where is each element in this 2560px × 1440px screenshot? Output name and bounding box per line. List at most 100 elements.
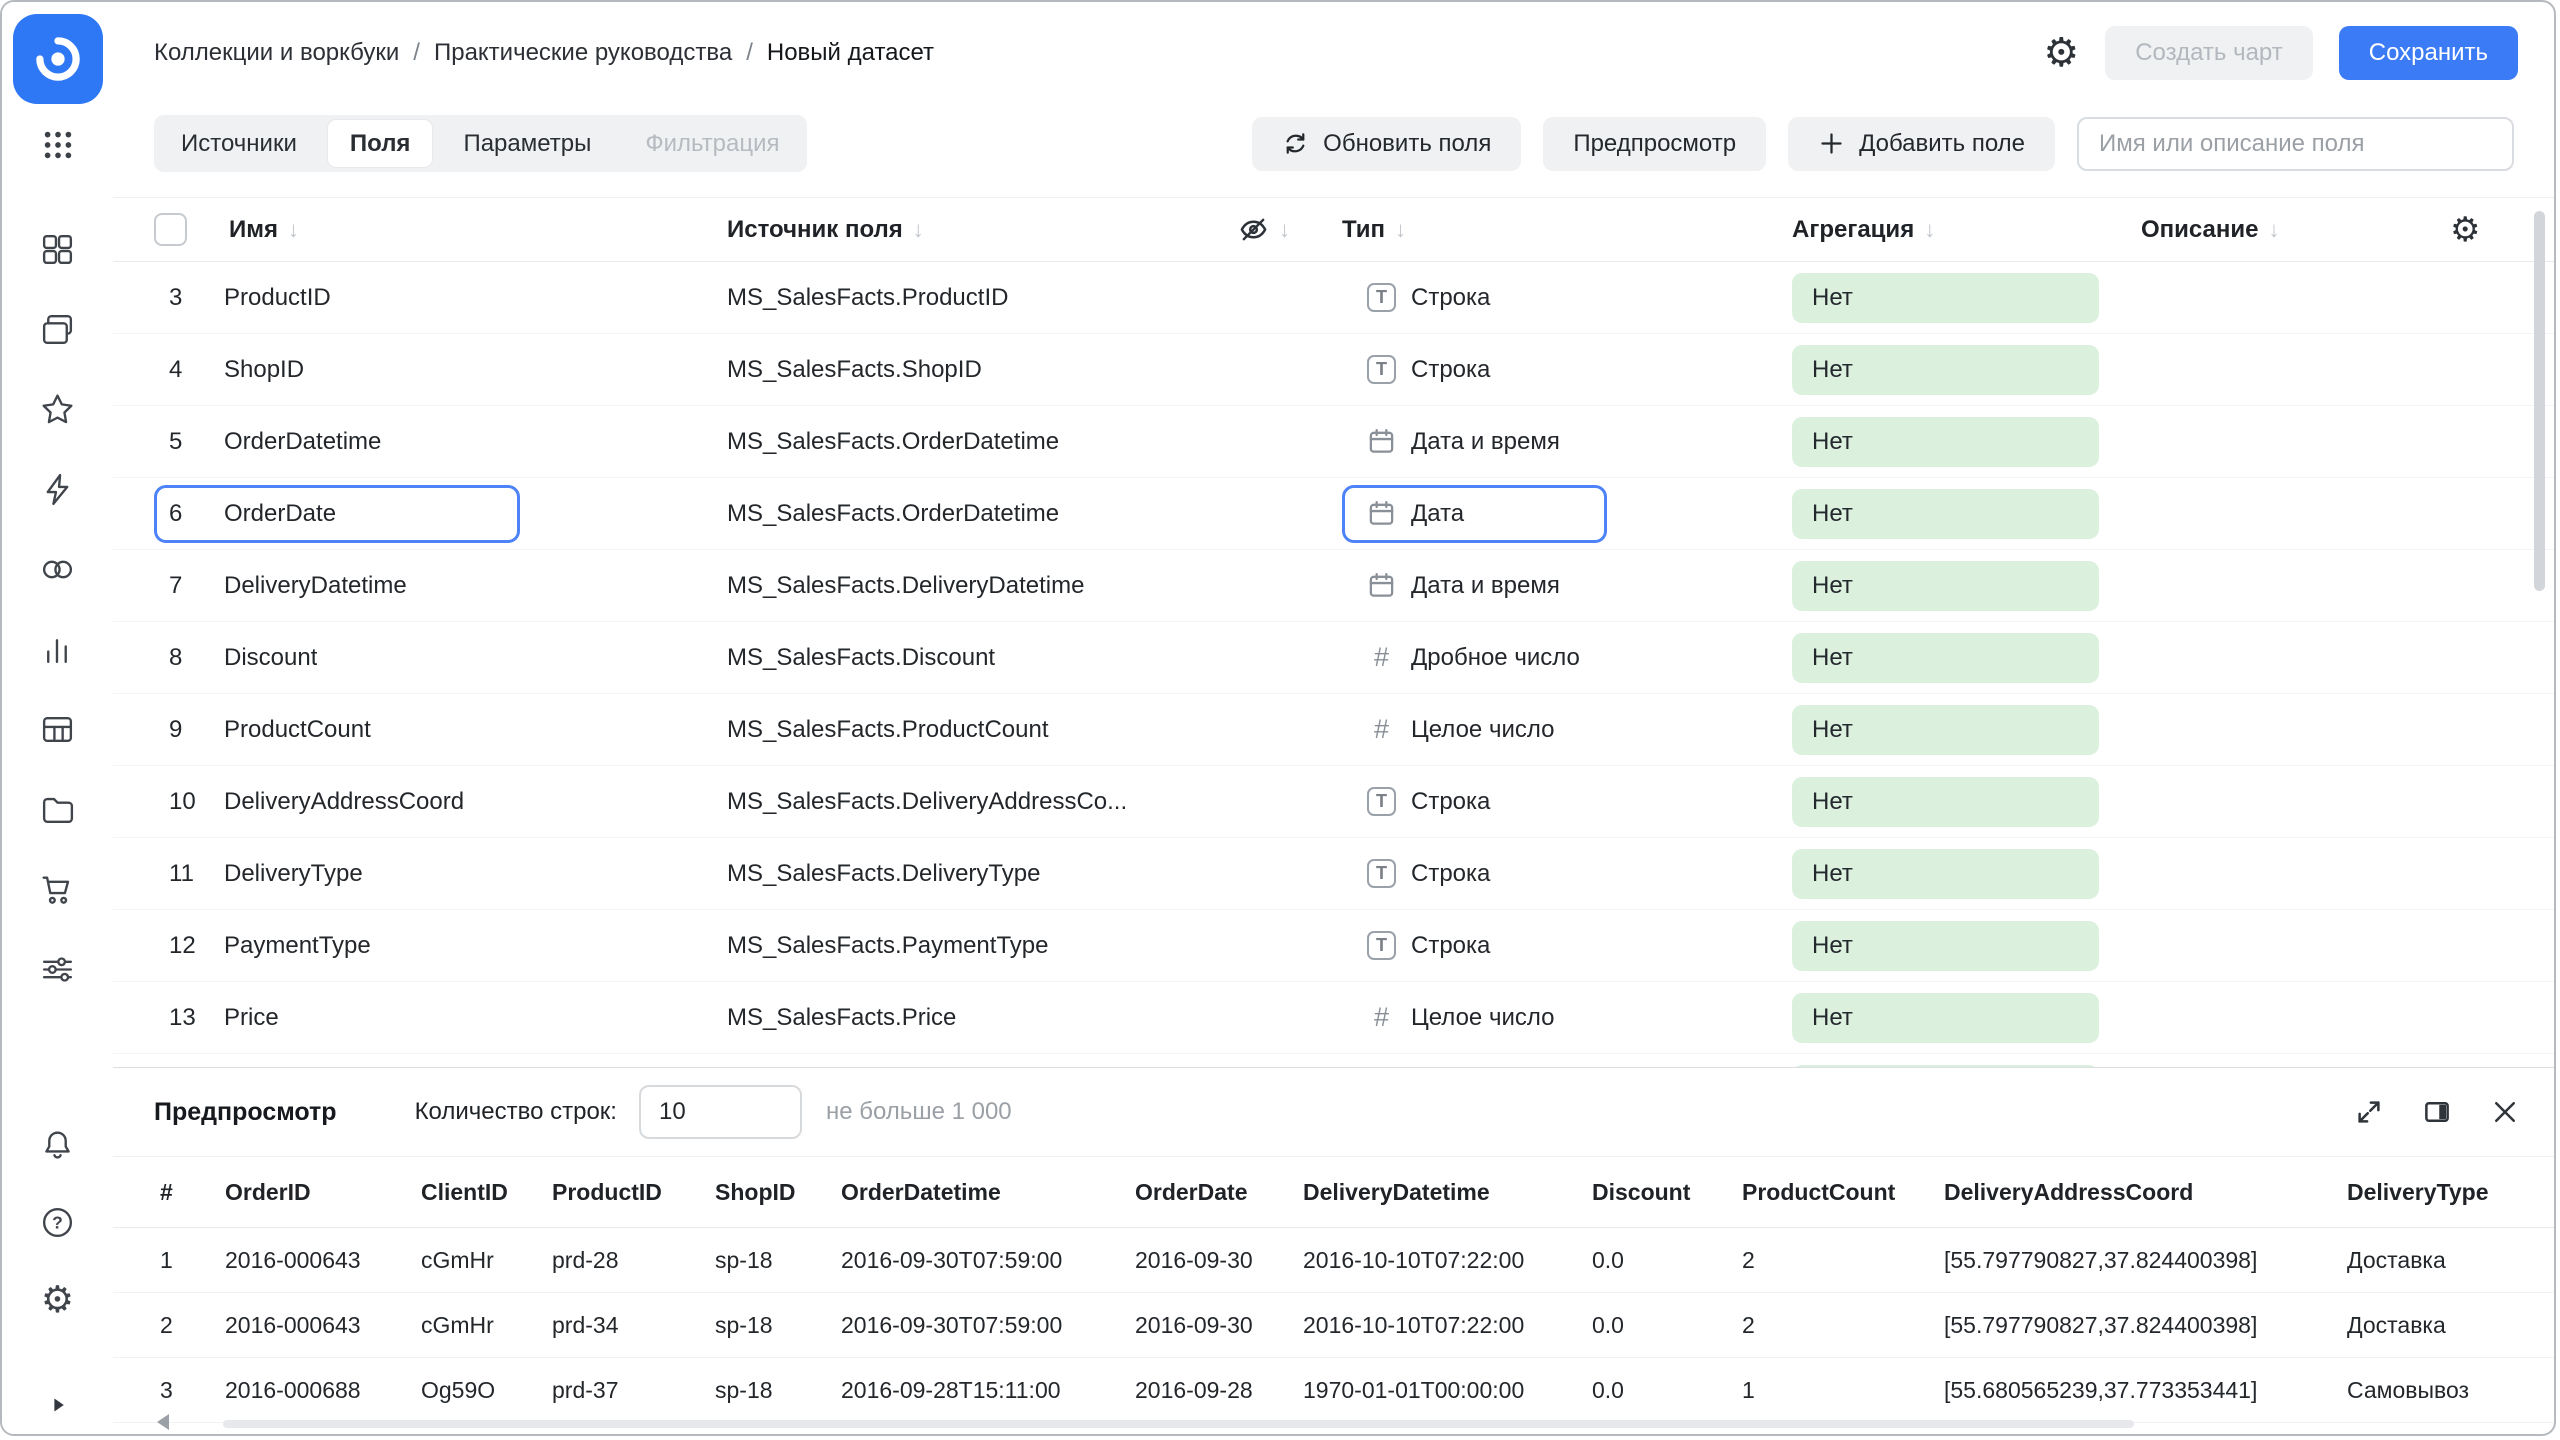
field-row[interactable]: 3ProductIDMS_SalesFacts.ProductIDTСтрока…: [113, 262, 2554, 334]
add-field-button[interactable]: Добавить поле: [1788, 117, 2055, 171]
notifications-bell-icon[interactable]: [39, 1127, 76, 1164]
field-name: OrderDatetime: [224, 428, 381, 456]
tab-filtering[interactable]: Фильтрация: [618, 115, 806, 172]
column-header-aggregation[interactable]: Агрегация: [1792, 216, 1914, 244]
field-name-cell[interactable]: 12PaymentType: [154, 917, 520, 975]
field-type-cell[interactable]: Дата и время: [1342, 413, 1607, 471]
refresh-fields-button[interactable]: Обновить поля: [1252, 117, 1521, 171]
field-type-cell[interactable]: TСтрока: [1342, 845, 1607, 903]
select-all-checkbox[interactable]: [154, 213, 187, 246]
preview-cell: [55.797790827,37.824400398]: [1944, 1247, 2347, 1274]
tab-parameters[interactable]: Параметры: [436, 115, 618, 172]
aggregation-badge[interactable]: Нет: [1792, 561, 2099, 611]
aggregation-badge[interactable]: Нет: [1792, 993, 2099, 1043]
datalens-logo-icon[interactable]: [13, 14, 103, 104]
breadcrumb-collections[interactable]: Коллекции и воркбуки: [154, 39, 399, 67]
field-row[interactable]: 6OrderDateMS_SalesFacts.OrderDatetimeДат…: [113, 478, 2554, 550]
aggregation-badge[interactable]: Нет: [1792, 273, 2099, 323]
field-name-cell[interactable]: 11DeliveryType: [154, 845, 520, 903]
field-row[interactable]: 5OrderDatetimeMS_SalesFacts.OrderDatetim…: [113, 406, 2554, 478]
field-search-input[interactable]: [2077, 117, 2514, 171]
field-type-cell[interactable]: Дата: [1342, 485, 1607, 543]
aggregation-badge[interactable]: Нет: [1792, 417, 2099, 467]
vertical-scrollbar[interactable]: [2534, 211, 2545, 591]
sort-arrow-icon[interactable]: ↓: [1924, 217, 1935, 243]
column-header-type[interactable]: Тип: [1342, 216, 1385, 244]
settings-gear-icon[interactable]: ⚙: [41, 1281, 74, 1318]
row-count-input[interactable]: [639, 1085, 802, 1139]
tab-fields[interactable]: Поля: [328, 120, 433, 167]
column-header-source[interactable]: Источник поля: [727, 216, 903, 244]
sort-arrow-icon[interactable]: ↓: [2269, 217, 2280, 243]
marketplace-cart-icon[interactable]: [39, 871, 76, 908]
tables-icon[interactable]: [39, 711, 76, 748]
aggregation-badge[interactable]: Нет: [1792, 921, 2099, 971]
field-row[interactable]: 11DeliveryTypeMS_SalesFacts.DeliveryType…: [113, 838, 2554, 910]
field-row[interactable]: 9ProductCountMS_SalesFacts.ProductCount#…: [113, 694, 2554, 766]
preview-cell: 1: [160, 1247, 225, 1274]
field-name-cell[interactable]: 4ShopID: [154, 341, 520, 399]
hscroll-left-arrow-icon[interactable]: [157, 1414, 169, 1430]
field-name-cell[interactable]: 8Discount: [154, 629, 520, 687]
aggregation-badge[interactable]: Нет: [1792, 489, 2099, 539]
close-icon[interactable]: [2490, 1097, 2520, 1127]
field-type-cell[interactable]: TСтрока: [1342, 269, 1607, 327]
field-name-cell[interactable]: 13Price: [154, 989, 520, 1047]
table-settings-gear-icon[interactable]: ⚙: [2450, 210, 2480, 250]
datasets-icon[interactable]: [39, 551, 76, 588]
horizontal-scrollbar[interactable]: [223, 1420, 2134, 1428]
charts-icon[interactable]: [39, 631, 76, 668]
save-button[interactable]: Сохранить: [2339, 26, 2518, 80]
field-name-cell[interactable]: 6OrderDate: [154, 485, 520, 543]
field-row[interactable]: 10DeliveryAddressCoordMS_SalesFacts.Deli…: [113, 766, 2554, 838]
sort-arrow-icon[interactable]: ↓: [288, 217, 299, 243]
apps-grid-icon[interactable]: [41, 128, 75, 167]
dataset-settings-gear-icon[interactable]: ⚙: [2043, 33, 2079, 73]
create-chart-button[interactable]: Создать чарт: [2105, 26, 2313, 80]
field-row[interactable]: 13PriceMS_SalesFacts.Price#Целое числоНе…: [113, 982, 2554, 1054]
field-name-cell[interactable]: 10DeliveryAddressCoord: [154, 773, 520, 831]
row-count-hint: не больше 1 000: [826, 1098, 1012, 1126]
services-sliders-icon[interactable]: [39, 951, 76, 988]
field-name-cell[interactable]: 3ProductID: [154, 269, 520, 327]
collections-icon[interactable]: [39, 311, 76, 348]
breadcrumb-workbook[interactable]: Практические руководства: [434, 39, 732, 67]
sidebar-expand-icon[interactable]: [45, 1392, 71, 1418]
field-type-cell[interactable]: #Целое число: [1342, 989, 1607, 1047]
field-row[interactable]: 4ShopIDMS_SalesFacts.ShopIDTСтрокаНет: [113, 334, 2554, 406]
favorites-icon[interactable]: [39, 391, 76, 428]
field-row[interactable]: Нет: [113, 1054, 2554, 1067]
field-type-cell[interactable]: TСтрока: [1342, 773, 1607, 831]
field-name-cell[interactable]: 7DeliveryDatetime: [154, 557, 520, 615]
preview-button[interactable]: Предпросмотр: [1543, 117, 1766, 171]
field-type-cell[interactable]: #Целое число: [1342, 701, 1607, 759]
tab-sources[interactable]: Источники: [154, 115, 324, 172]
sort-arrow-icon[interactable]: ↓: [1395, 217, 1406, 243]
preview-cell: 1970-01-01T00:00:00: [1303, 1377, 1592, 1404]
field-name-cell[interactable]: 9ProductCount: [154, 701, 520, 759]
aggregation-badge[interactable]: Нет: [1792, 705, 2099, 755]
side-panel-icon[interactable]: [2422, 1097, 2452, 1127]
dashboard-icon[interactable]: [39, 231, 76, 268]
aggregation-badge[interactable]: Нет: [1792, 849, 2099, 899]
column-header-name[interactable]: Имя: [229, 216, 278, 244]
field-row[interactable]: 12PaymentTypeMS_SalesFacts.PaymentTypeTС…: [113, 910, 2554, 982]
field-row[interactable]: 8DiscountMS_SalesFacts.Discount#Дробное …: [113, 622, 2554, 694]
folder-icon[interactable]: [39, 791, 76, 828]
sort-arrow-icon[interactable]: ↓: [1279, 217, 1290, 243]
fullscreen-expand-icon[interactable]: [2354, 1097, 2384, 1127]
field-type-cell[interactable]: #Дробное число: [1342, 629, 1607, 687]
aggregation-badge[interactable]: Нет: [1792, 345, 2099, 395]
field-name-cell[interactable]: 5OrderDatetime: [154, 413, 520, 471]
field-type-cell[interactable]: TСтрока: [1342, 341, 1607, 399]
aggregation-badge[interactable]: Нет: [1792, 777, 2099, 827]
aggregation-badge[interactable]: Нет: [1792, 633, 2099, 683]
field-row[interactable]: 7DeliveryDatetimeMS_SalesFacts.DeliveryD…: [113, 550, 2554, 622]
column-header-description[interactable]: Описание: [2141, 216, 2259, 244]
field-type-cell[interactable]: TСтрока: [1342, 917, 1607, 975]
sort-arrow-icon[interactable]: ↓: [913, 217, 924, 243]
connections-icon[interactable]: [39, 471, 76, 508]
hidden-eye-off-icon[interactable]: [1238, 214, 1269, 245]
help-icon[interactable]: ?: [39, 1204, 76, 1241]
field-type-cell[interactable]: Дата и время: [1342, 557, 1607, 615]
